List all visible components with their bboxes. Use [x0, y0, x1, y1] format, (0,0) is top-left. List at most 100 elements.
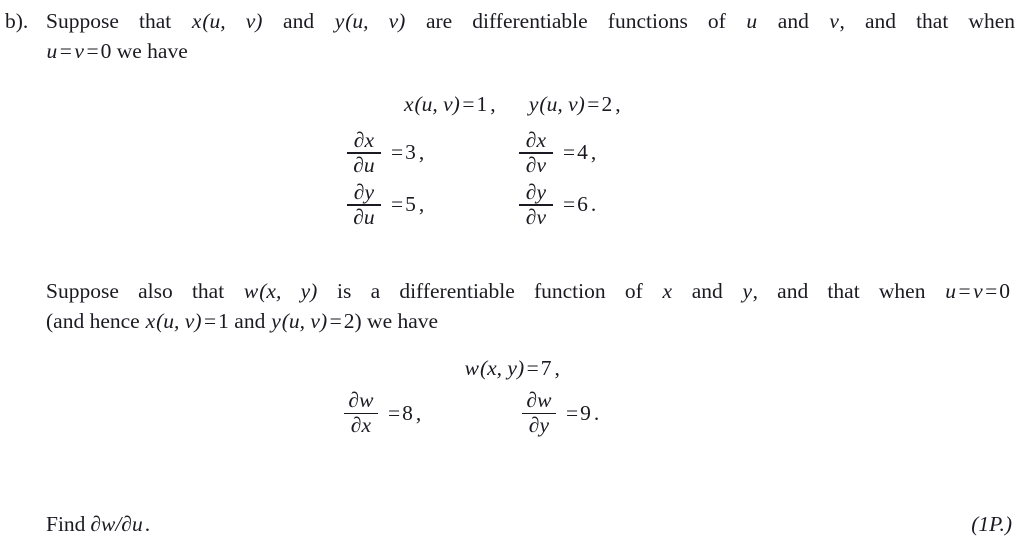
partial-value: 9 — [580, 400, 591, 425]
partial-value: 8 — [402, 400, 413, 425]
fraction-denominator: ∂x — [350, 412, 372, 437]
equation-block-2-values: w(x, y) =7, — [0, 356, 1024, 381]
number-zero: 0 — [100, 39, 112, 63]
fraction-dy-dv: ∂y ∂v — [518, 179, 554, 229]
partial-punct: . — [593, 400, 600, 425]
number-zero-2: 0 — [999, 279, 1011, 303]
equation-y-value: y(u, v) =2, — [528, 92, 621, 116]
func-y-2: y — [271, 309, 281, 333]
middle-paragraph-line-2: (and hence x(u, v) =1 and y(u, v) =2) we h… — [46, 306, 1010, 336]
mid-text-1: Suppose also that — [46, 279, 244, 303]
equals-sign: = — [391, 140, 404, 165]
partial-punct: , — [415, 400, 422, 425]
fraction-numerator: ∂w — [526, 388, 552, 412]
mid-text-6: and — [228, 309, 271, 333]
equals-1: = — [59, 39, 72, 63]
fraction-denominator: ∂v — [525, 152, 547, 177]
partials-row-3: ∂w ∂x =8, ∂w ∂y =9. — [343, 388, 681, 438]
var-y-3: y — [742, 279, 753, 303]
equals-sign: = — [563, 192, 576, 217]
func-x-args: (u, v) — [414, 92, 460, 116]
func-x-result: 1 — [476, 92, 488, 116]
func-w-args-2: (x, y) — [479, 356, 525, 380]
partials-row-1: ∂x ∂u =3, ∂x ∂v =4, — [346, 127, 678, 179]
points-marker: (1P.) — [971, 512, 1012, 536]
var-y: y — [334, 9, 345, 33]
partial-dx-dv: ∂x ∂v =4, — [518, 127, 678, 177]
mid-text-2: is a differentiable function of — [317, 279, 662, 303]
equals-2: = — [86, 39, 99, 63]
mid-text-3: and — [672, 279, 743, 303]
fraction-numerator: ∂y — [353, 179, 375, 204]
equation-block-1-partials: ∂x ∂u =3, ∂x ∂v =4, ∂y ∂u =5 , ∂y ∂v =6 … — [0, 127, 1024, 231]
var-x: x — [191, 9, 202, 33]
partial-value-group: =9. — [557, 401, 599, 426]
fraction-numerator: ∂x — [525, 127, 547, 152]
intro-text-1: Suppose that — [46, 9, 192, 33]
middle-paragraph-line-1: Suppose also that w(x, y) is a different… — [46, 276, 1010, 306]
partial-value: 5 — [405, 192, 416, 217]
func-y-result: 2 — [601, 92, 613, 116]
func-w: w — [243, 279, 259, 303]
partial-dy-du: ∂y ∂u =5, — [346, 179, 518, 229]
intro-text-2: and — [262, 9, 335, 33]
equals-sign: = — [391, 192, 404, 217]
fraction-dw-dy: ∂w ∂y — [521, 388, 557, 437]
fraction-dx-dv: ∂x ∂v — [518, 127, 554, 177]
var-v: v — [829, 9, 839, 33]
func-y-punct: , — [615, 92, 621, 116]
find-prefix: Find — [46, 512, 86, 536]
number-one: 1 — [218, 309, 229, 333]
func-x-equals: = — [462, 92, 475, 116]
partial-punct: , — [590, 140, 597, 165]
equals-sign: = — [566, 400, 579, 425]
func-x-punct: , — [490, 92, 496, 116]
partials-row-2: ∂y ∂u =5, ∂y ∂v =6. — [346, 179, 678, 231]
partial-dw-dy: ∂w ∂y =9. — [521, 388, 681, 437]
func-w-equals: = — [526, 356, 539, 380]
var-v-2: v — [74, 39, 84, 63]
fraction-dy-du: ∂y ∂u — [346, 179, 382, 229]
fraction-numerator: ∂y — [525, 179, 547, 204]
equals-6: = — [329, 309, 342, 333]
partial-punct: , — [418, 192, 425, 217]
partial-dy-dv: ∂y ∂v =6. — [518, 179, 678, 229]
fraction-numerator: ∂x — [353, 127, 375, 152]
fraction-denominator: ∂y — [528, 412, 550, 437]
fraction-numerator: ∂w — [348, 388, 374, 412]
func-x-args-2: (u, v) — [156, 309, 202, 333]
document-page: b). Suppose that x(u, v) and y(u, v) are… — [0, 0, 1024, 550]
intro-text-6: we have — [111, 39, 188, 63]
partial-dw-dx: ∂w ∂x =8, — [343, 388, 521, 437]
find-punct: . — [144, 512, 151, 536]
mid-text-7: ) we have — [354, 309, 439, 333]
var-u: u — [746, 9, 758, 33]
fraction-denominator: ∂u — [353, 152, 375, 177]
var-v-3: v — [973, 279, 983, 303]
number-two: 2 — [343, 309, 355, 333]
partial-punct: , — [418, 140, 425, 165]
fraction-denominator: ∂v — [525, 204, 547, 229]
partial-value: 6 — [577, 192, 588, 217]
problem-intro-text: Suppose that x(u, v) and y(u, v) are dif… — [46, 6, 1015, 66]
partials-grid-2: ∂w ∂x =8, ∂w ∂y =9. — [343, 388, 681, 438]
equals-3: = — [958, 279, 971, 303]
args-uv-2: (u, v) — [345, 9, 406, 33]
equals-4: = — [985, 279, 998, 303]
equation-w-value: w(x, y) =7, — [464, 356, 560, 380]
find-expression: ∂w/∂u — [90, 512, 143, 536]
partial-value-group: =3, — [382, 140, 424, 165]
problem-statement: b). Suppose that x(u, v) and y(u, v) are… — [5, 6, 1015, 66]
intro-text-3: are differentiable functions of — [405, 9, 746, 33]
partials-grid-1: ∂x ∂u =3, ∂x ∂v =4, ∂y ∂u =5 , ∂y ∂v =6 … — [346, 127, 678, 231]
args-uv-1: (u, v) — [202, 9, 263, 33]
mid-text-4: , and that when — [752, 279, 945, 303]
partial-dx-du: ∂x ∂u =3, — [346, 127, 518, 177]
find-question: Find ∂w/∂u. — [46, 509, 152, 539]
func-w-punct: , — [554, 356, 560, 380]
equation-block-1-values: x(u, v) =1, y(u, v) =2, — [0, 92, 1024, 117]
func-x-2: x — [145, 309, 156, 333]
partial-value-group: =4, — [554, 140, 596, 165]
intro-text-4: and — [757, 9, 829, 33]
fraction-denominator: ∂u — [353, 204, 375, 229]
